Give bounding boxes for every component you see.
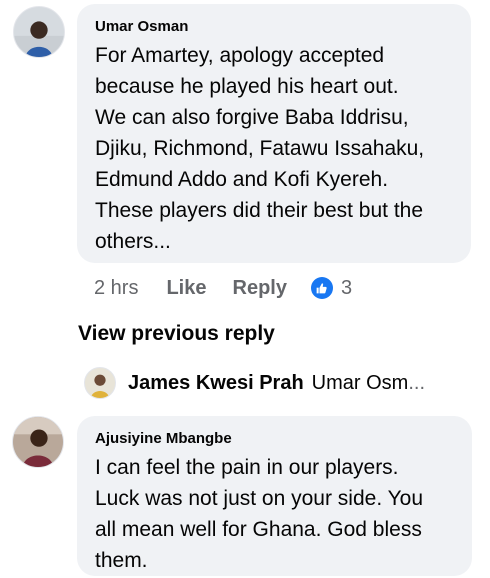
comment-text: For Amartey, apology accepted because he…: [95, 40, 453, 257]
comment-line: them.: [95, 549, 148, 572]
comment-line: We can also forgive Baba Iddrisu,: [95, 106, 409, 129]
avatar[interactable]: [84, 367, 116, 399]
comment-line: all mean well for Ghana. God bless: [95, 518, 422, 541]
view-previous-reply-link[interactable]: View previous reply: [78, 322, 275, 346]
profile-photo: [13, 417, 63, 467]
reply-preview-ellipsis: ...: [408, 371, 425, 394]
comment-thread: Umar Osman For Amartey, apology accepted…: [0, 0, 490, 578]
avatar[interactable]: [12, 416, 64, 468]
comment-author[interactable]: Umar Osman: [95, 18, 453, 36]
comment-line: For Amartey, apology accepted: [95, 44, 385, 67]
comment-timestamp[interactable]: 2 hrs: [94, 277, 138, 300]
reply-author: James Kwesi Prah: [128, 371, 304, 394]
comment-author[interactable]: Ajusiyine Mbangbe: [95, 430, 454, 448]
comment-line: I can feel the pain in our players.: [95, 456, 399, 479]
comment-line: Luck was not just on your side. You: [95, 487, 424, 510]
comment-line: Djiku, Richmond, Fatawu Issahaku,: [95, 137, 425, 160]
comment-line: because he played his heart out.: [95, 75, 399, 98]
reply-preview[interactable]: James Kwesi Prah Umar Osm ...: [84, 366, 425, 400]
comment-actions: 2 hrs Like Reply 3: [94, 276, 352, 300]
thumbs-up-glyph: [317, 282, 328, 293]
reply-preview-text: Umar Osm: [311, 371, 409, 394]
profile-photo: [14, 7, 64, 57]
comment-line: others...: [95, 230, 171, 253]
like-icon[interactable]: [310, 277, 333, 299]
comment-text: I can feel the pain in our players. Luck…: [95, 452, 454, 576]
comment-bubble: Umar Osman For Amartey, apology accepted…: [77, 4, 471, 263]
reply-button[interactable]: Reply: [233, 277, 287, 300]
comment-bubble: Ajusiyine Mbangbe I can feel the pain in…: [77, 416, 472, 576]
profile-photo: [85, 368, 115, 398]
comment-line: These players did their best but the: [95, 199, 424, 222]
avatar[interactable]: [13, 6, 65, 58]
comment-line: Edmund Addo and Kofi Kyereh.: [95, 168, 389, 191]
reaction-count[interactable]: 3: [341, 277, 352, 300]
like-button[interactable]: Like: [166, 277, 206, 300]
